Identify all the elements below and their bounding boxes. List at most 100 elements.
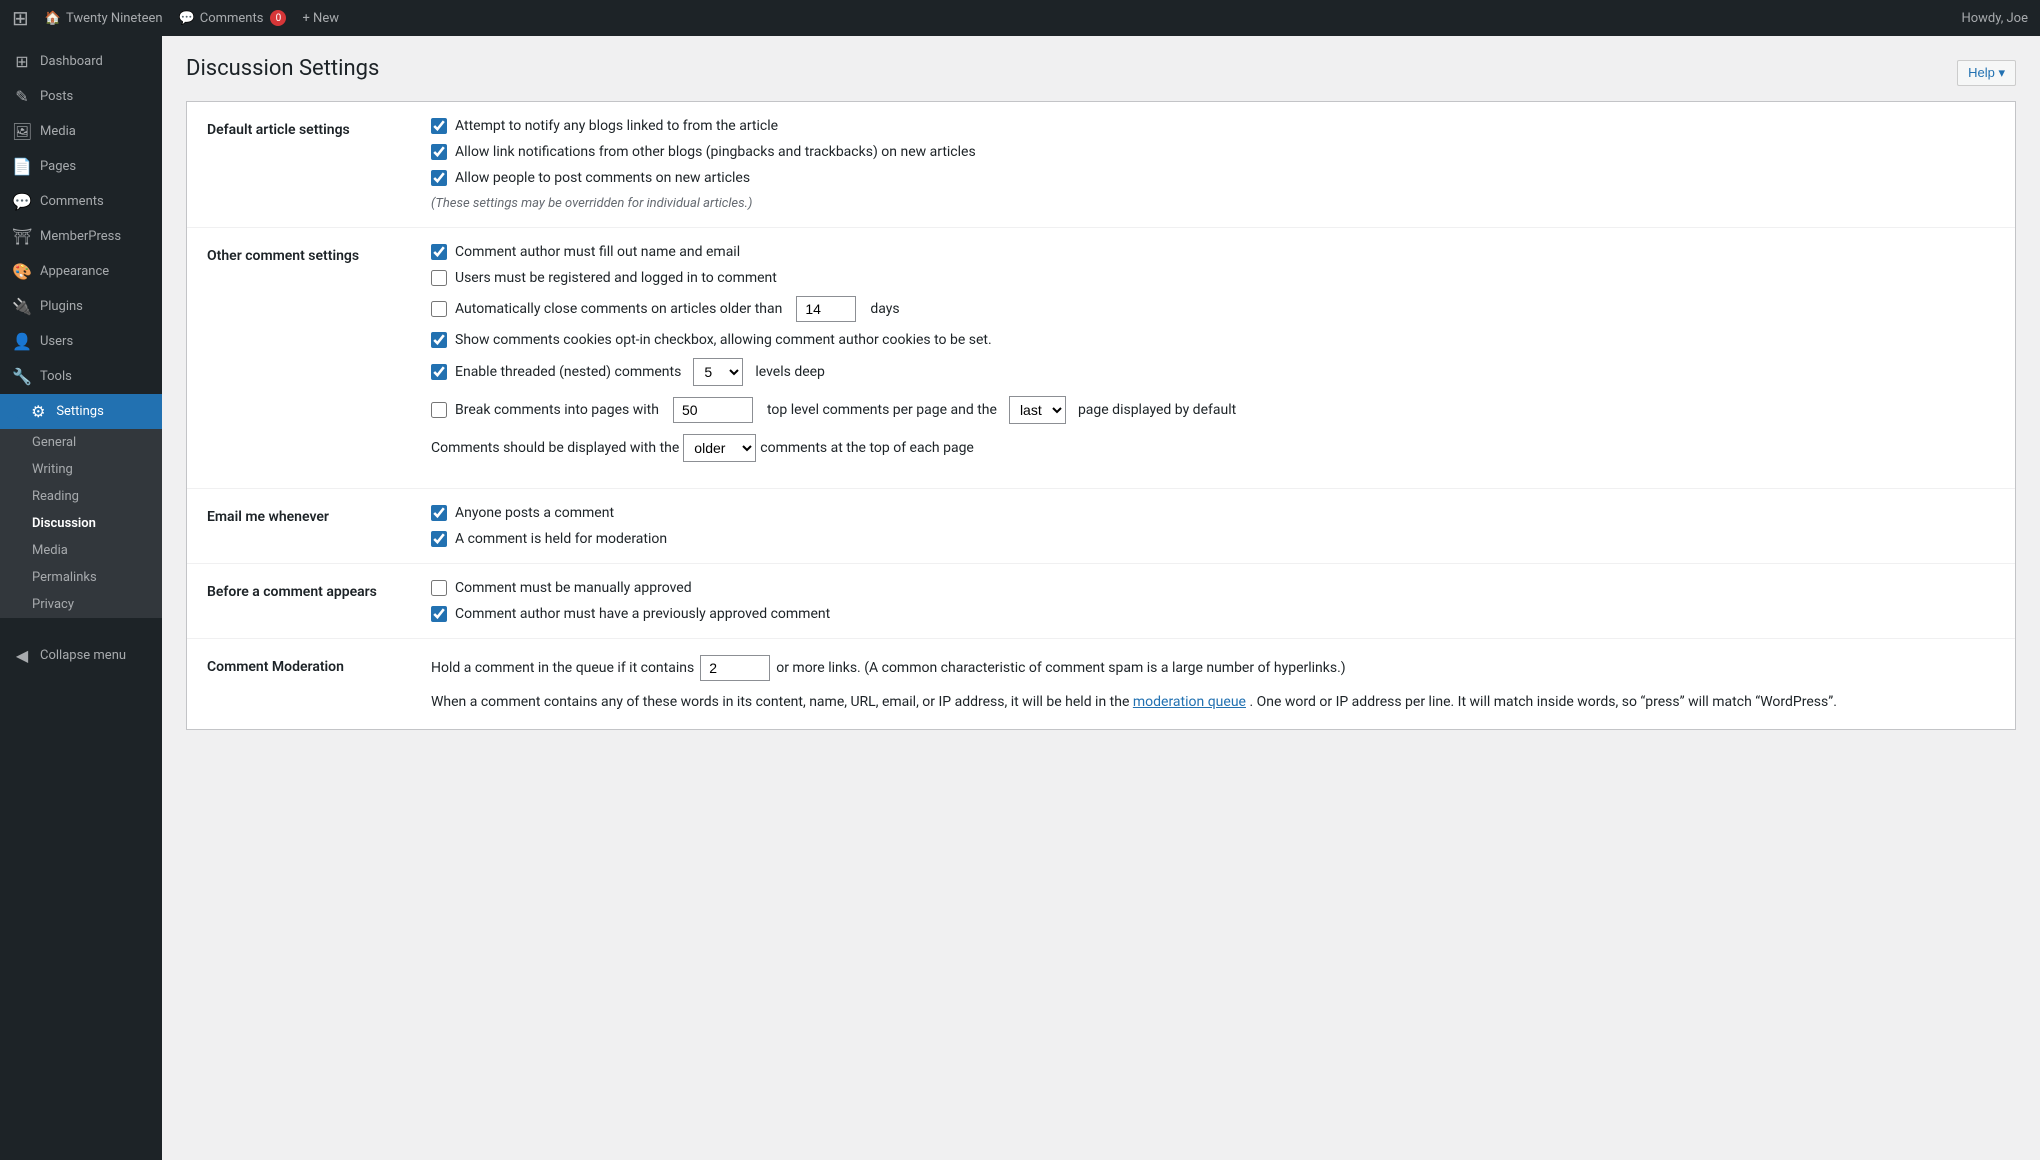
email-whenever-section: Email me whenever Anyone posts a comment… (187, 489, 2015, 564)
notify-blogs-label: Attempt to notify any blogs linked to fr… (455, 118, 778, 134)
author-fill-label: Comment author must fill out name and em… (455, 244, 740, 260)
settings-submenu: General Writing Reading Discussion Media… (0, 429, 162, 618)
other-comment-label: Other comment settings (207, 244, 407, 472)
howdy-user[interactable]: Howdy, Joe (1961, 11, 2028, 26)
held-moderation-label: A comment is held for moderation (455, 531, 667, 547)
sidebar-item-memberpress[interactable]: ⛩ MemberPress (0, 219, 162, 254)
held-moderation-checkbox[interactable] (431, 531, 447, 547)
auto-close-label-after: days (870, 301, 899, 317)
comments-count-badge: 0 (270, 10, 286, 26)
allow-pingbacks-checkbox[interactable] (431, 144, 447, 160)
break-pages-label-before: Break comments into pages with (455, 402, 659, 418)
moderation-words-note: When a comment contains any of these wor… (431, 691, 1995, 713)
auto-close-checkbox[interactable] (431, 301, 447, 317)
sidebar-item-appearance[interactable]: 🎨 Appearance (0, 254, 162, 289)
collapse-menu[interactable]: ◀ Collapse menu (0, 638, 162, 673)
moderation-queue-link[interactable]: moderation queue (1133, 694, 1246, 710)
submenu-reading[interactable]: Reading (0, 483, 162, 510)
settings-icon: ⚙ (28, 402, 48, 421)
wp-logo: ⊞ (12, 6, 29, 30)
moderation-content: Hold a comment in the queue if it contai… (431, 655, 1995, 713)
notify-blogs-row: Attempt to notify any blogs linked to fr… (431, 118, 1995, 134)
prev-approved-label: Comment author must have a previously ap… (455, 606, 830, 622)
sidebar-item-dashboard[interactable]: ⊞ Dashboard (0, 44, 162, 79)
prev-approved-checkbox[interactable] (431, 606, 447, 622)
plugins-icon: 🔌 (12, 297, 32, 316)
submenu-permalinks[interactable]: Permalinks (0, 564, 162, 591)
site-icon: 🏠 (45, 11, 61, 26)
posts-icon: ✎ (12, 87, 32, 106)
media-icon: 🖼 (12, 122, 32, 141)
anyone-posts-row: Anyone posts a comment (431, 505, 1995, 521)
other-comment-content: Comment author must fill out name and em… (431, 244, 1995, 472)
sidebar-item-tools[interactable]: 🔧 Tools (0, 359, 162, 394)
threaded-row: Enable threaded (nested) comments 123456… (431, 358, 1995, 386)
hold-links-label-before: Hold a comment in the queue if it contai… (431, 660, 694, 676)
anyone-posts-checkbox[interactable] (431, 505, 447, 521)
main-content: Help ▾ Discussion Settings Default artic… (162, 36, 2040, 1160)
before-comment-section: Before a comment appears Comment must be… (187, 564, 2015, 639)
sidebar-item-plugins[interactable]: 🔌 Plugins (0, 289, 162, 324)
default-article-hint: (These settings may be overridden for in… (431, 196, 1995, 211)
hold-links-count-input[interactable] (700, 655, 770, 681)
users-icon: 👤 (12, 332, 32, 351)
threaded-label-before: Enable threaded (nested) comments (455, 364, 681, 380)
settings-arrow-icon: ◀ (8, 402, 20, 421)
submenu-privacy[interactable]: Privacy (0, 591, 162, 618)
cookies-row: Show comments cookies opt-in checkbox, a… (431, 332, 1995, 348)
cookies-checkbox[interactable] (431, 332, 447, 348)
prev-approved-row: Comment author must have a previously ap… (431, 606, 1995, 622)
collapse-icon: ◀ (12, 646, 32, 665)
dashboard-icon: ⊞ (12, 52, 32, 71)
manually-approved-checkbox[interactable] (431, 580, 447, 596)
new-button[interactable]: + New (302, 11, 339, 26)
comments-link[interactable]: 💬 Comments 0 (179, 10, 287, 26)
submenu-general[interactable]: General (0, 429, 162, 456)
held-moderation-row: A comment is held for moderation (431, 531, 1995, 547)
registered-login-checkbox[interactable] (431, 270, 447, 286)
submenu-media[interactable]: Media (0, 537, 162, 564)
sidebar-item-comments[interactable]: 💬 Comments (0, 184, 162, 219)
sidebar-item-settings[interactable]: ◀ ⚙ Settings (0, 394, 162, 429)
break-pages-checkbox[interactable] (431, 402, 447, 418)
comments-icon: 💬 (12, 192, 32, 211)
default-article-label: Default article settings (207, 118, 407, 211)
default-article-content: Attempt to notify any blogs linked to fr… (431, 118, 1995, 211)
author-fill-row: Comment author must fill out name and em… (431, 244, 1995, 260)
before-comment-content: Comment must be manually approved Commen… (431, 580, 1995, 622)
allow-comments-checkbox[interactable] (431, 170, 447, 186)
moderation-label: Comment Moderation (207, 655, 407, 713)
break-pages-count-input[interactable] (673, 397, 753, 423)
memberpress-icon: ⛩ (12, 227, 32, 246)
sidebar-item-users[interactable]: 👤 Users (0, 324, 162, 359)
cookies-label: Show comments cookies opt-in checkbox, a… (455, 332, 992, 348)
auto-close-row: Automatically close comments on articles… (431, 296, 1995, 322)
appearance-icon: 🎨 (12, 262, 32, 281)
submenu-discussion[interactable]: Discussion (0, 510, 162, 537)
allow-comments-row: Allow people to post comments on new art… (431, 170, 1995, 186)
auto-close-label-before: Automatically close comments on articles… (455, 301, 782, 317)
sidebar-item-posts[interactable]: ✎ Posts (0, 79, 162, 114)
topbar: ⊞ 🏠 Twenty Nineteen 💬 Comments 0 + New H… (0, 0, 2040, 36)
threaded-checkbox[interactable] (431, 364, 447, 380)
author-fill-checkbox[interactable] (431, 244, 447, 260)
auto-close-days-input[interactable] (796, 296, 856, 322)
page-title: Discussion Settings (186, 56, 2016, 81)
pages-icon: 📄 (12, 157, 32, 176)
allow-pingbacks-row: Allow link notifications from other blog… (431, 144, 1995, 160)
notify-blogs-checkbox[interactable] (431, 118, 447, 134)
moderation-section: Comment Moderation Hold a comment in the… (187, 639, 2015, 729)
display-order-select[interactable]: oldernewer (683, 434, 756, 462)
break-pages-row: Break comments into pages with top level… (431, 396, 1995, 424)
threaded-depth-select[interactable]: 12345678910 (693, 358, 743, 386)
settings-form: Default article settings Attempt to noti… (186, 101, 2016, 730)
other-comment-section: Other comment settings Comment author mu… (187, 228, 2015, 489)
break-pages-order-select[interactable]: lastfirst (1009, 396, 1066, 424)
sidebar-item-pages[interactable]: 📄 Pages (0, 149, 162, 184)
submenu-writing[interactable]: Writing (0, 456, 162, 483)
display-order-label-before: Comments should be displayed with the (431, 440, 679, 456)
anyone-posts-label: Anyone posts a comment (455, 505, 614, 521)
help-button[interactable]: Help ▾ (1957, 60, 2016, 86)
sidebar-item-media[interactable]: 🖼 Media (0, 114, 162, 149)
site-name[interactable]: 🏠 Twenty Nineteen (45, 11, 163, 26)
